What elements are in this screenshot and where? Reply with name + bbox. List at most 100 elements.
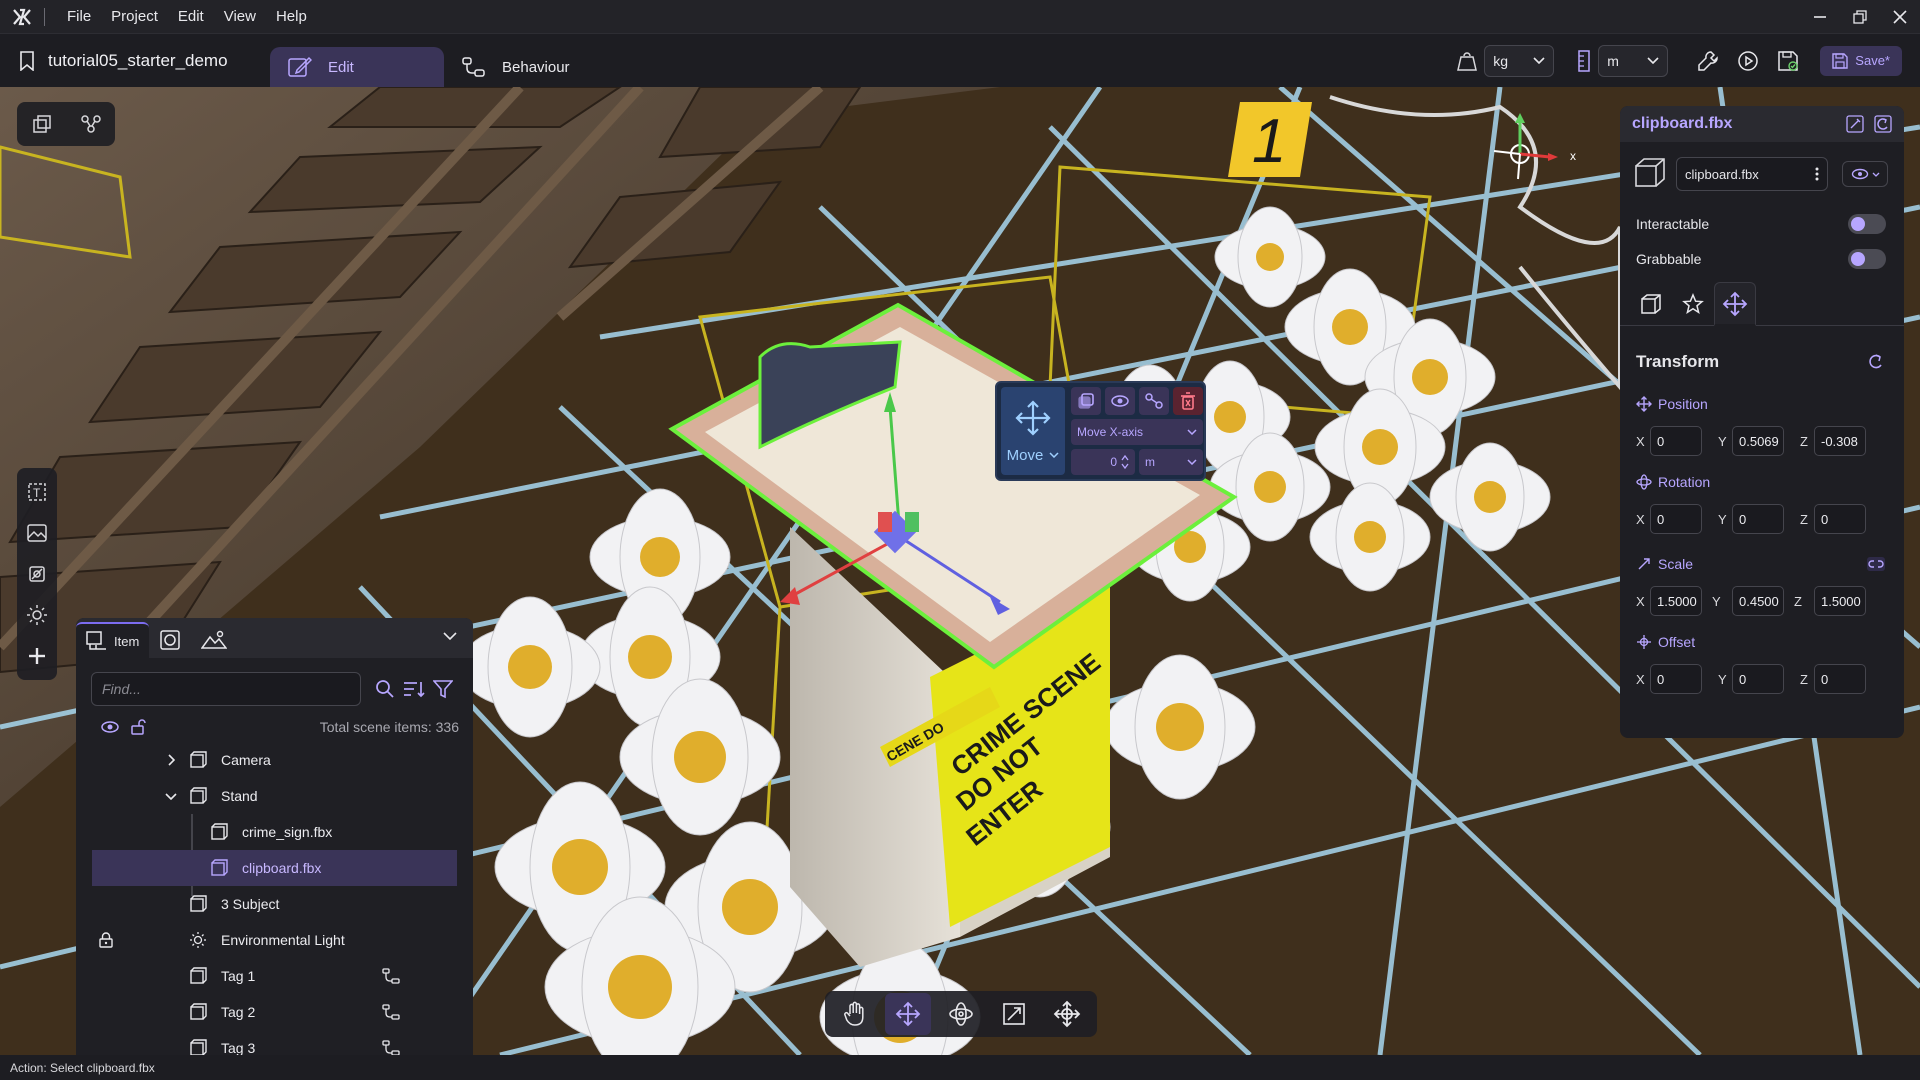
position-z-input[interactable]: -0.308 — [1814, 426, 1866, 456]
tree-item-camera[interactable]: Camera — [76, 742, 473, 778]
hand-icon — [844, 1001, 864, 1026]
duplicate-button[interactable] — [1071, 387, 1101, 415]
delete-button[interactable] — [1173, 387, 1203, 415]
rotate-tool-button[interactable] — [938, 993, 984, 1035]
light-tool-button[interactable] — [19, 597, 55, 633]
tab-effects[interactable] — [1672, 282, 1714, 326]
move-mode-button[interactable]: Move — [1001, 387, 1065, 475]
menu-view[interactable]: View — [214, 8, 266, 25]
search-input[interactable]: Find... — [91, 672, 361, 706]
rename-icon[interactable] — [1846, 115, 1864, 133]
link-scale-icon[interactable] — [1866, 556, 1886, 572]
publish-button[interactable] — [1768, 41, 1808, 81]
object-name-field[interactable]: clipboard.fbx — [1676, 157, 1828, 191]
tab-edit[interactable]: Edit — [270, 47, 444, 87]
length-unit-select[interactable]: m — [1598, 44, 1669, 77]
tree-item-stand[interactable]: Stand — [76, 778, 473, 814]
visibility-button[interactable] — [1105, 387, 1135, 415]
interactable-toggle[interactable] — [1848, 213, 1886, 234]
offset-z-input[interactable]: 0 — [1814, 664, 1866, 694]
filter-icon[interactable] — [433, 679, 453, 699]
behaviour-icon[interactable] — [382, 968, 400, 984]
unlock-icon[interactable] — [130, 719, 146, 735]
axis-label: X — [1636, 511, 1645, 527]
rotation-z-input[interactable]: 0 — [1814, 504, 1866, 534]
move-tool-button[interactable] — [885, 993, 932, 1035]
menu-file[interactable]: File — [57, 8, 101, 25]
position-label: Position — [1620, 394, 1904, 414]
play-button[interactable] — [1728, 41, 1768, 81]
hide-tool-button[interactable] — [19, 556, 55, 592]
image-tool-button[interactable] — [19, 515, 55, 551]
toolbar: tutorial05_starter_demo Edit Behaviour k… — [0, 34, 1920, 87]
orientation-gizmo[interactable]: x — [1480, 109, 1580, 189]
pan-tool-button[interactable] — [832, 993, 878, 1035]
node-tool-button[interactable] — [73, 106, 109, 142]
move-value-input[interactable]: 0 — [1071, 449, 1135, 475]
tab-environment[interactable] — [191, 622, 237, 658]
move-unit-select[interactable]: m — [1139, 449, 1203, 475]
visibility-select[interactable] — [1842, 161, 1888, 187]
collapse-panel-button[interactable] — [443, 632, 457, 640]
settings-button[interactable] — [1688, 41, 1728, 81]
close-button[interactable] — [1880, 0, 1920, 34]
reset-transform-icon[interactable] — [1866, 352, 1886, 372]
restore-button[interactable] — [1840, 0, 1880, 34]
grabbable-toggle[interactable] — [1848, 248, 1886, 269]
scale-tool-button[interactable] — [991, 993, 1037, 1035]
multi-select-button[interactable] — [24, 106, 60, 142]
tree-item-environmental-light[interactable]: Environmental Light — [76, 922, 473, 958]
minimize-button[interactable] — [1800, 0, 1840, 34]
tab-transform[interactable] — [1714, 282, 1756, 326]
tab-object[interactable] — [1630, 282, 1672, 326]
mass-unit-select[interactable]: kg — [1484, 44, 1555, 77]
behaviour-icon[interactable] — [382, 1040, 400, 1055]
stepper-icon[interactable] — [1121, 454, 1129, 470]
behaviour-link-button[interactable] — [1139, 387, 1169, 415]
axis-select[interactable]: Move X-axis — [1071, 419, 1203, 445]
universal-tool-button[interactable] — [1044, 993, 1090, 1035]
menu-edit[interactable]: Edit — [168, 8, 214, 25]
evidence-tag-model[interactable]: 1 — [1228, 102, 1312, 177]
move-gizmo-popup[interactable]: Move Move X-axis 0 m — [995, 381, 1206, 481]
rotation-y-input[interactable]: 0 — [1732, 504, 1784, 534]
position-y-input[interactable]: 0.5069 — [1732, 426, 1784, 456]
inspector-title: clipboard.fbx — [1632, 115, 1733, 132]
search-icon[interactable] — [375, 679, 395, 699]
tab-assets[interactable] — [149, 622, 191, 658]
menu-help[interactable]: Help — [266, 8, 317, 25]
chevron-down-icon[interactable] — [165, 792, 177, 800]
tab-behaviour[interactable]: Behaviour — [444, 47, 588, 87]
position-x-value: 0 — [1657, 433, 1665, 449]
scale-x-input[interactable]: 1.5000 — [1650, 586, 1702, 616]
tree-item-tag-3[interactable]: Tag 3 — [76, 1030, 473, 1055]
move-arrows-icon — [895, 1001, 921, 1027]
position-icon — [1636, 396, 1652, 412]
chevron-right-icon[interactable] — [167, 754, 175, 766]
rotation-x-input[interactable]: 0 — [1650, 504, 1702, 534]
tree-item-tag-1[interactable]: Tag 1 — [76, 958, 473, 994]
tab-behaviour-label: Behaviour — [502, 58, 570, 76]
tree-item-3-subject[interactable]: 3 Subject — [76, 886, 473, 922]
scale-z-input[interactable]: 1.5000 — [1814, 586, 1866, 616]
lock-icon[interactable] — [99, 932, 113, 948]
reset-icon[interactable] — [1874, 115, 1892, 133]
offset-y-input[interactable]: 0 — [1732, 664, 1784, 694]
more-vertical-icon[interactable] — [1815, 167, 1819, 181]
status-text: Action: Select clipboard.fbx — [10, 1060, 155, 1075]
menu-project[interactable]: Project — [101, 8, 168, 25]
save-button[interactable]: Save* — [1820, 45, 1902, 76]
position-x-input[interactable]: 0 — [1650, 426, 1702, 456]
tab-item[interactable]: Item — [76, 622, 150, 658]
tree-item-crime-sign[interactable]: crime_sign.fbx — [76, 814, 473, 850]
tree-item-clipboard[interactable]: clipboard.fbx — [92, 850, 457, 886]
text-tool-button[interactable]: T — [19, 474, 55, 510]
scale-y-input[interactable]: 0.4500 — [1732, 586, 1784, 616]
eye-icon[interactable] — [100, 720, 120, 734]
behaviour-icon[interactable] — [382, 1004, 400, 1020]
tree-item-tag-2[interactable]: Tag 2 — [76, 994, 473, 1030]
offset-x-input[interactable]: 0 — [1650, 664, 1702, 694]
sort-icon[interactable] — [403, 679, 425, 699]
add-object-button[interactable] — [19, 638, 55, 674]
rotate-icon — [949, 1002, 973, 1026]
